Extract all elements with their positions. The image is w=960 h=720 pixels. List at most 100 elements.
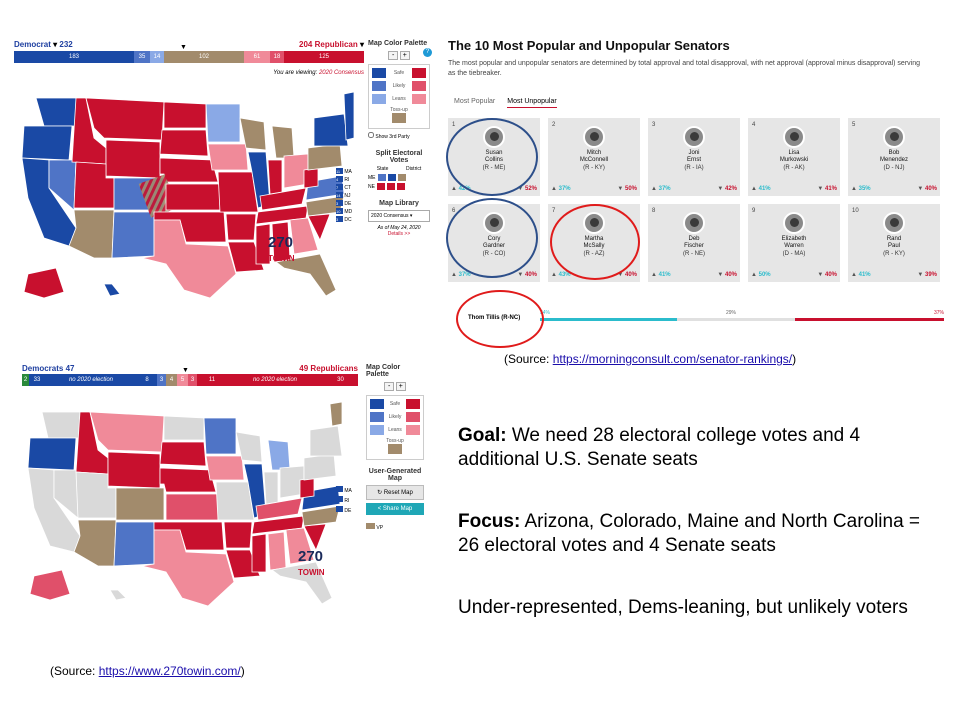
state-new-england[interactable] [343, 91, 354, 141]
state-mn[interactable] [203, 417, 237, 455]
state-mi[interactable] [267, 439, 291, 471]
details-link[interactable]: Details >> [368, 231, 430, 237]
senate-swatch-likely-dem[interactable] [370, 412, 384, 422]
senators-source-link[interactable]: https://morningconsult.com/senator-ranki… [553, 352, 792, 366]
state-mo[interactable] [215, 481, 255, 521]
third-party-checkbox[interactable] [368, 132, 374, 138]
state-az[interactable] [73, 519, 117, 567]
senate-swatch-lean-rep[interactable] [406, 425, 420, 435]
state-wv[interactable] [303, 167, 319, 189]
small-state-ma[interactable]: 11 MA [336, 168, 352, 176]
swatch-likely-rep[interactable] [411, 81, 426, 91]
show-third-party[interactable]: Show 3rd Party [368, 132, 430, 140]
state-ny[interactable] [313, 113, 349, 147]
senate-swatch-safe-rep[interactable] [405, 399, 420, 409]
state-mi[interactable] [271, 125, 295, 159]
senator-card[interactable]: 8 Deb Fischer (R - NE) ▲ 41% ▼ 40% [648, 204, 740, 282]
state-ia[interactable] [205, 455, 245, 481]
senator-card[interactable]: 2 Mitch McConnell (R - KY) ▲ 37% ▼ 50% [548, 118, 640, 196]
senate-swatch-likely-rep[interactable] [405, 412, 420, 422]
senate-swatch-tossup[interactable] [388, 444, 402, 454]
state-ak[interactable] [23, 267, 65, 298]
state-ak[interactable] [29, 569, 71, 601]
senate-zoom-in-button[interactable]: + [395, 382, 406, 391]
state-pa[interactable] [303, 453, 337, 481]
state-nd[interactable] [163, 415, 205, 441]
small-state-ct[interactable]: 7 CT [336, 184, 352, 192]
state-in[interactable] [263, 471, 279, 505]
state-hi[interactable] [103, 283, 121, 297]
small-state-md[interactable]: 10 MD [336, 208, 352, 216]
state-wa[interactable] [41, 411, 81, 439]
state-al[interactable] [267, 531, 287, 571]
senate-zoom-out-button[interactable]: - [384, 382, 395, 391]
swatch-lean-rep[interactable] [412, 94, 426, 104]
library-select[interactable]: 2020 Consensus ▾ [368, 210, 430, 222]
state-ne[interactable] [159, 157, 219, 183]
state-nd[interactable] [163, 101, 207, 129]
split-row-me[interactable]: ME [368, 174, 430, 181]
senate-swatch-lean-dem[interactable] [370, 425, 384, 435]
small-state-dc[interactable]: 3 DC [336, 216, 352, 224]
state-ia[interactable] [207, 143, 249, 171]
split-row-ne[interactable]: NE [368, 183, 430, 190]
senate-small-de[interactable]: DE [336, 506, 352, 516]
state-ar[interactable] [223, 521, 253, 549]
state-or[interactable] [21, 125, 73, 161]
state-hi[interactable] [109, 589, 127, 601]
state-wy[interactable] [107, 451, 161, 489]
state-ms[interactable] [251, 533, 267, 573]
state-ar[interactable] [225, 213, 257, 241]
senate-small-ma[interactable]: MA [336, 486, 352, 496]
state-pa[interactable] [307, 143, 343, 171]
small-state-ri[interactable]: 4 RI [336, 176, 352, 184]
small-state-nj[interactable]: 14 NJ [336, 192, 352, 200]
state-ks[interactable] [165, 183, 221, 211]
swatch-tossup[interactable] [392, 113, 406, 123]
logo-270towin[interactable]: 270 TOWIN [268, 235, 295, 266]
zoom-out-button[interactable]: - [388, 51, 399, 60]
state-co[interactable] [115, 487, 165, 521]
senator-card[interactable]: 3 Joni Ernst (R - IA) ▲ 37% ▼ 42% [648, 118, 740, 196]
zoom-in-button[interactable]: + [399, 51, 410, 60]
viewing-link[interactable]: 2020 Consensus [319, 70, 364, 76]
state-wv[interactable] [299, 477, 315, 499]
state-az[interactable] [68, 209, 115, 259]
tab-most-unpopular[interactable]: Most Unpopular [507, 98, 557, 108]
tab-most-popular[interactable]: Most Popular [454, 98, 495, 108]
senator-card[interactable]: 9 Elizabeth Warren (D - MA) ▲ 50% ▼ 40% [748, 204, 840, 282]
reset-map-button[interactable]: ↻ Reset Map [366, 485, 424, 500]
state-sd[interactable] [159, 129, 209, 157]
senate-logo-270towin[interactable]: 270 TOWIN [298, 549, 325, 580]
state-ne[interactable] [159, 467, 217, 493]
bottom-source-link[interactable]: https://www.270towin.com/ [99, 664, 241, 678]
state-mo[interactable] [217, 171, 259, 213]
state-wy[interactable] [105, 139, 161, 179]
senator-card[interactable]: 5 Bob Menendez (D - NJ) ▲ 35% ▼ 40% [848, 118, 940, 196]
state-wa[interactable] [35, 97, 77, 127]
state-mt[interactable] [85, 97, 165, 141]
help-icon[interactable]: ? [423, 48, 432, 57]
swatch-likely-dem[interactable] [372, 81, 386, 91]
state-mn[interactable] [205, 103, 241, 143]
state-me[interactable] [329, 401, 342, 427]
small-state-de[interactable]: 3 DE [336, 200, 352, 208]
senator-card[interactable]: 10 Rand Paul (R - KY) ▲ 41% ▼ 39% [848, 204, 940, 282]
state-ny[interactable] [309, 425, 342, 457]
senate-small-ri[interactable]: RI [336, 496, 352, 506]
swatch-lean-dem[interactable] [372, 94, 386, 104]
senate-swatch-safe-dem[interactable] [370, 399, 384, 409]
senator-party: (R - NE) [683, 251, 705, 257]
state-or[interactable] [27, 437, 77, 471]
share-map-button[interactable]: < Share Map [366, 503, 424, 515]
state-nm[interactable] [111, 211, 155, 259]
senate-vp[interactable]: VP [366, 523, 424, 531]
state-nm[interactable] [113, 521, 155, 567]
swatch-safe-dem[interactable] [372, 68, 386, 78]
state-ks[interactable] [165, 493, 219, 521]
state-in[interactable] [267, 159, 283, 195]
state-mt[interactable] [89, 411, 165, 453]
state-sd[interactable] [159, 441, 207, 467]
swatch-safe-rep[interactable] [411, 68, 426, 78]
senator-card[interactable]: 4 Lisa Murkowski (R - AK) ▲ 41% ▼ 41% [748, 118, 840, 196]
